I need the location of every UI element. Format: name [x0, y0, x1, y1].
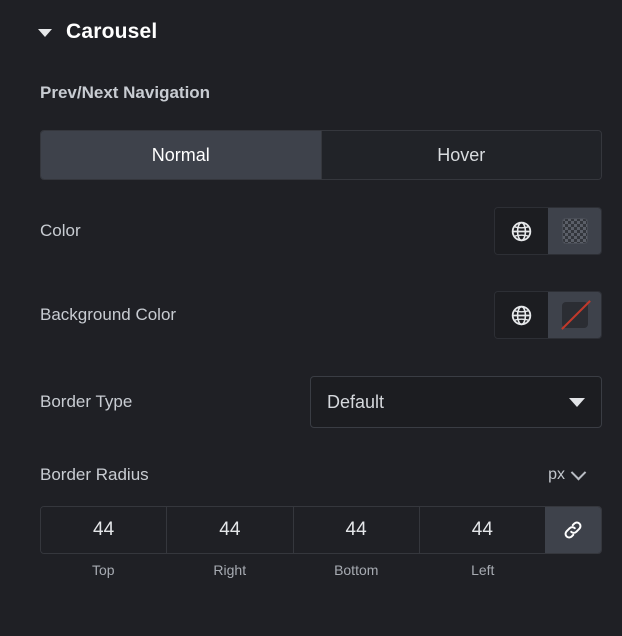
- border-radius-label: Border Radius: [40, 465, 149, 484]
- caret-down-icon[interactable]: [38, 29, 52, 37]
- globe-icon: [511, 221, 532, 241]
- border-radius-left-caption: Left: [471, 562, 495, 578]
- border-radius-bottom-input[interactable]: 44: [292, 507, 419, 553]
- background-color-control-group[interactable]: [494, 291, 602, 339]
- color-global-button[interactable]: [495, 208, 548, 254]
- carousel-style-panel: Carousel Prev/Next Navigation Normal Hov…: [0, 0, 622, 636]
- tab-normal[interactable]: Normal: [41, 131, 321, 179]
- border-radius-unit-value: px: [548, 466, 565, 483]
- globe-icon: [511, 305, 532, 325]
- background-color-swatch-button[interactable]: [548, 292, 601, 338]
- page-title: Carousel: [66, 20, 158, 43]
- color-swatch-button[interactable]: [548, 208, 601, 254]
- subsection-heading-label: Prev/Next Navigation: [40, 83, 211, 102]
- section-header-carousel[interactable]: Carousel: [0, 0, 622, 43]
- background-color-global-button[interactable]: [495, 292, 548, 338]
- border-radius-top-input[interactable]: 44: [41, 507, 167, 553]
- tab-hover-label: Hover: [437, 144, 486, 165]
- state-toggle-group[interactable]: Normal Hover: [40, 130, 602, 180]
- color-label: Color: [40, 221, 81, 240]
- border-type-label: Border Type: [40, 392, 133, 411]
- border-radius-top-caption: Top: [91, 562, 115, 578]
- subsection-heading: Prev/Next Navigation: [0, 80, 622, 106]
- link-icon: [564, 521, 582, 539]
- border-radius-unit-select[interactable]: px: [548, 464, 602, 484]
- transparent-swatch-icon: [561, 218, 588, 244]
- tab-normal-label: Normal: [151, 144, 210, 165]
- border-type-value: Default: [327, 391, 385, 412]
- tab-hover[interactable]: Hover: [320, 131, 601, 179]
- row-color: Color: [0, 206, 622, 256]
- chevron-down-icon: [569, 397, 585, 407]
- link-values-toggle-button[interactable]: [545, 507, 601, 553]
- row-border-type: Border Type Default: [0, 376, 622, 428]
- background-color-label: Background Color: [40, 305, 177, 324]
- chevron-down-icon: [570, 464, 587, 480]
- border-radius-input-group[interactable]: 44 44 44 44: [40, 506, 602, 554]
- border-radius-bottom-caption: Bottom: [334, 562, 379, 578]
- border-radius-right-input[interactable]: 44: [166, 507, 293, 553]
- border-radius-right-caption: Right: [213, 562, 247, 578]
- border-radius-side-labels: Top Right Bottom Left: [40, 562, 602, 578]
- row-border-radius-header: Border Radius px: [0, 462, 622, 488]
- border-radius-left-input[interactable]: 44: [418, 507, 545, 553]
- no-color-swatch-icon: [561, 302, 588, 328]
- color-control-group[interactable]: [494, 207, 602, 255]
- border-type-select[interactable]: Default: [310, 376, 602, 428]
- row-background-color: Background Color: [0, 290, 622, 340]
